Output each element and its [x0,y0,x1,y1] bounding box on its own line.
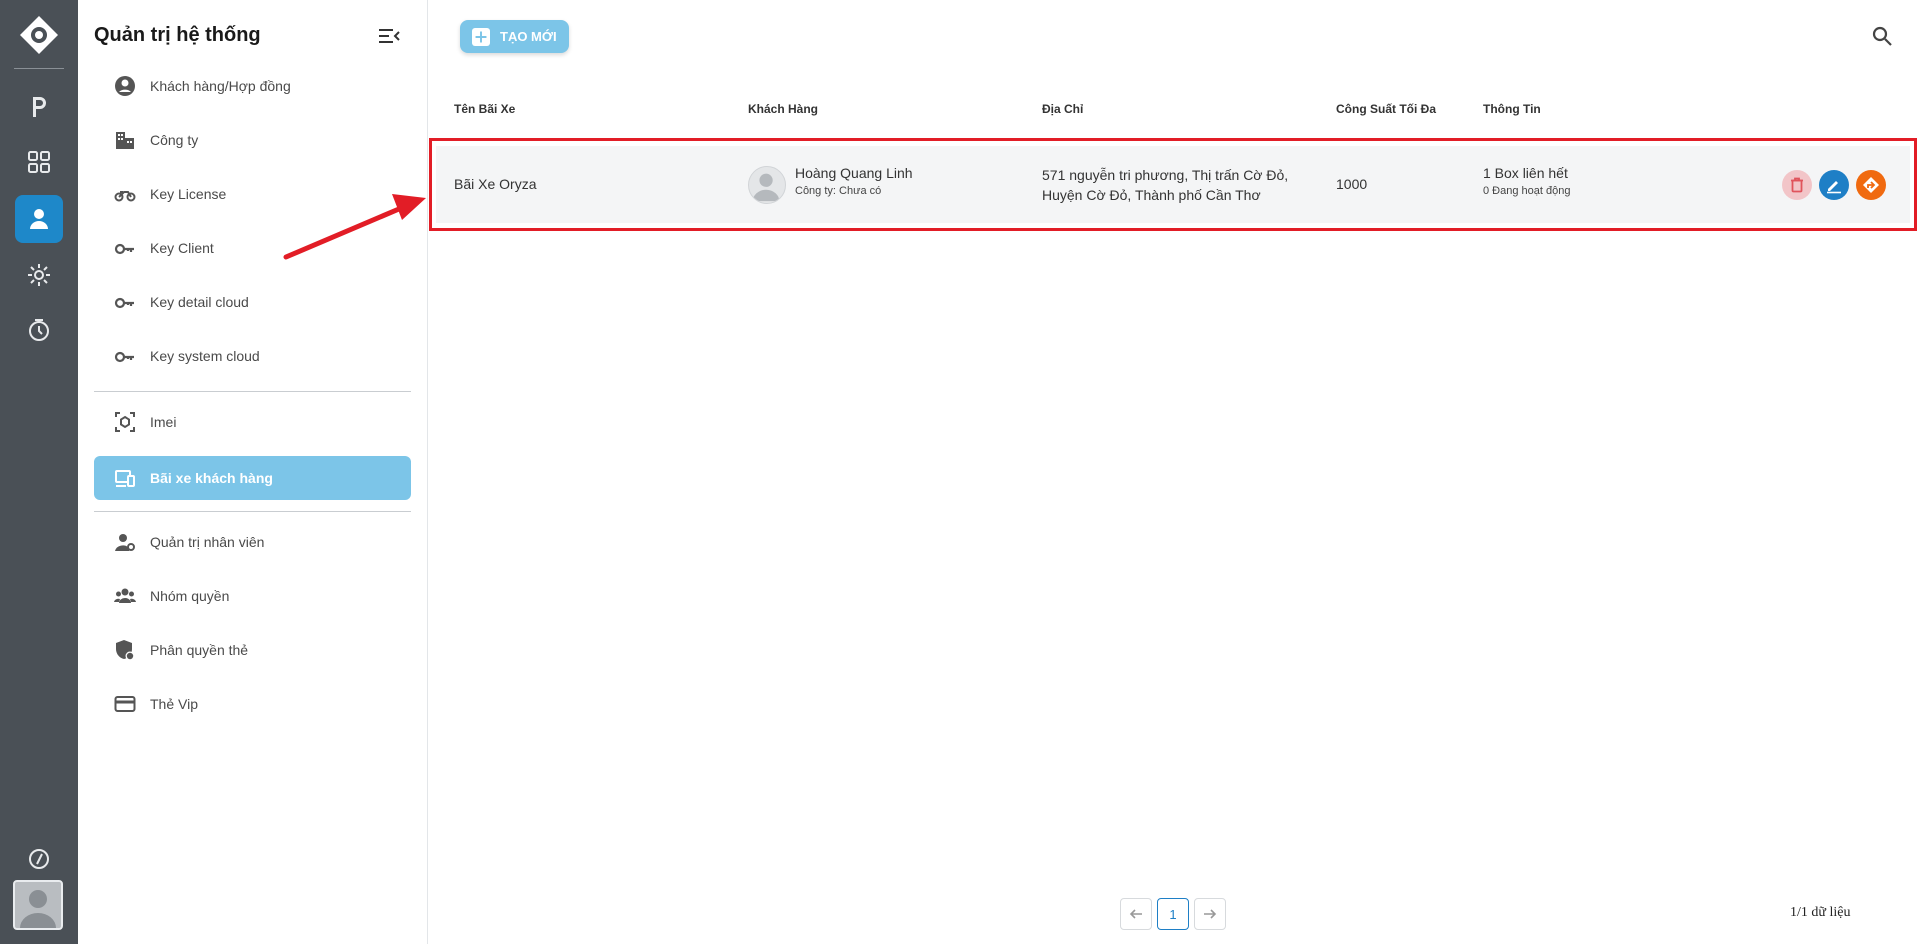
arrow-left-icon [1129,909,1142,919]
sidebar-item-customers[interactable]: Khách hàng/Hợp đồng [94,64,411,108]
sidebar-item-label: Công ty [150,132,199,148]
previous-page-button[interactable] [1120,898,1152,930]
sidebar-item-imei[interactable]: Imei [94,400,411,444]
column-header-address[interactable]: Địa Chỉ [1042,102,1083,116]
address-cell: 571 nguyễn tri phương, Thị trấn Cờ Đỏ, H… [1042,165,1288,205]
sidebar-item-customer-parking[interactable]: Bãi xe khách hàng [94,456,411,500]
user-avatar[interactable] [13,880,63,930]
shield-account-icon [114,639,136,661]
column-header-customer[interactable]: Khách Hàng [748,102,818,116]
sidebar-divider [94,391,411,392]
customer-name: Hoàng Quang Linh [795,165,913,181]
next-page-button[interactable] [1194,898,1226,930]
annotation-arrow-icon [283,194,426,260]
account-circle-icon [114,75,136,97]
sidebar-item-label: Key Client [150,240,214,256]
sidebar-item-label: Khách hàng/Hợp đồng [150,78,291,94]
create-new-label: TẠO MỚI [500,29,557,44]
sidebar-item-label: Quản trị nhân viên [150,534,265,550]
column-header-max-capacity[interactable]: Công Suất Tối Đa [1336,102,1436,116]
sidebar-item-permission-groups[interactable]: Nhóm quyền [94,574,411,618]
address-line-2: Huyện Cờ Đỏ, Thành phố Cần Thơ [1042,187,1261,203]
group-icon [114,585,136,607]
key-icon [114,291,136,313]
parking-icon[interactable] [15,83,63,131]
history-icon[interactable] [15,306,63,354]
info-sub: 0 Đang hoạt động [1483,185,1571,197]
key-icon [114,345,136,367]
delete-button[interactable] [1782,170,1812,200]
capacity-cell: 1000 [1336,176,1368,192]
sidebar-item-label: Thẻ Vip [150,696,198,712]
arrow-right-icon [1204,909,1217,919]
grid-icon[interactable] [15,138,63,186]
app-logo-icon[interactable] [19,15,59,55]
parking-name-cell: Bãi Xe Oryza [454,176,537,192]
help-icon[interactable] [15,835,63,883]
sidebar-divider [94,511,411,512]
sidebar-item-label: Phân quyền thẻ [150,642,249,658]
key-icon [114,237,136,259]
sidebar-item-vip-card[interactable]: Thẻ Vip [94,682,411,726]
settings-icon[interactable] [15,251,63,299]
plus-icon [472,27,490,46]
record-count: 1/1 dữ liệu [1790,905,1851,920]
trash-icon [1791,177,1803,193]
sidebar-item-company[interactable]: Công ty [94,118,411,162]
sidebar-item-label: Imei [150,414,177,430]
motorbike-icon [114,183,136,205]
page-number-button[interactable]: 1 [1157,898,1189,930]
sidebar-item-label: Key system cloud [150,348,260,364]
building-icon [114,129,136,151]
rail-divider [14,68,64,69]
sidebar-item-label: Key License [150,186,227,202]
sidebar-item-key-system-cloud[interactable]: Key system cloud [94,334,411,378]
credit-card-icon [114,693,136,715]
search-icon[interactable] [1870,24,1894,48]
column-header-info[interactable]: Thông Tin [1483,102,1541,116]
sidebar-item-label: Bãi xe khách hàng [150,470,273,486]
swap-direction-icon [1863,177,1879,193]
main-content: TẠO MỚI Tên Bãi Xe Khách Hàng Địa Chỉ Cô… [428,0,1918,944]
user-cog-icon [114,531,136,553]
customer-cell: Hoàng Quang Linh Công ty: Chưa có [795,165,913,197]
customer-company: Công ty: Chưa có [795,185,882,197]
scan-box-icon [114,411,136,433]
sidebar: Quản trị hệ thống Khách hàng/Hợp đồng Cô… [78,0,428,944]
sidebar-item-card-permissions[interactable]: Phân quyền thẻ [94,628,411,672]
sidebar-item-label: Key detail cloud [150,294,249,310]
address-line-1: 571 nguyễn tri phương, Thị trấn Cờ Đỏ, [1042,167,1289,183]
user-icon[interactable] [15,195,63,243]
devices-icon [114,467,136,489]
collapse-menu-icon[interactable] [376,24,402,48]
parking-detail-button[interactable] [1856,170,1886,200]
pencil-icon [1827,181,1841,194]
create-new-button[interactable]: TẠO MỚI [460,20,569,53]
sidebar-item-label: Nhóm quyền [150,588,230,604]
sidebar-item-key-detail-cloud[interactable]: Key detail cloud [94,280,411,324]
info-cell: 1 Box liên hết 0 Đang hoạt động [1483,165,1570,197]
app-rail [0,0,78,944]
edit-button[interactable] [1819,170,1849,200]
sidebar-item-staff-admin[interactable]: Quản trị nhân viên [94,520,411,564]
column-header-parking-name[interactable]: Tên Bãi Xe [454,102,515,116]
customer-avatar [748,166,786,204]
info-main: 1 Box liên hết [1483,165,1568,181]
sidebar-title: Quản trị hệ thống [94,24,261,46]
